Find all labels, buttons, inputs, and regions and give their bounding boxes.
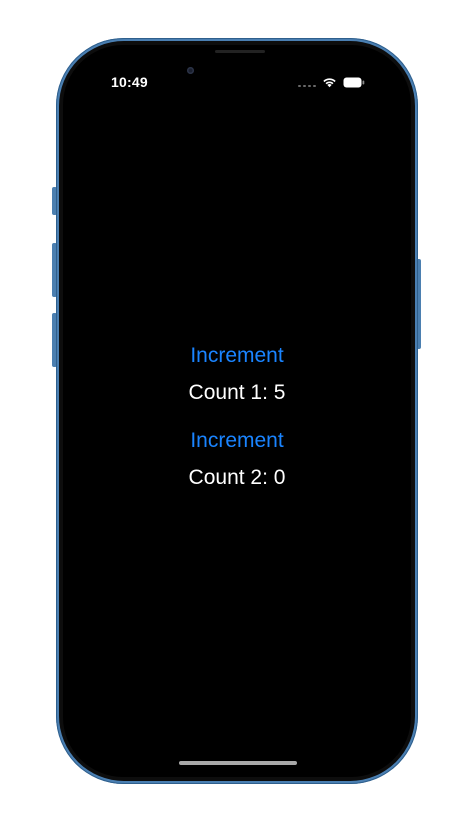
front-camera [187, 67, 194, 74]
home-indicator[interactable] [179, 761, 297, 765]
phone-frame: 10:49 Increment Count 1: 5 Increment Cou… [56, 38, 418, 784]
battery-icon [343, 77, 365, 87]
counter-content: Increment Count 1: 5 Increment Count 2: … [63, 343, 411, 491]
phone-screen: 10:49 Increment Count 1: 5 Increment Cou… [63, 45, 411, 777]
device-stage: 10:49 Increment Count 1: 5 Increment Cou… [0, 0, 474, 821]
phone-bezel: 10:49 Increment Count 1: 5 Increment Cou… [59, 41, 415, 781]
status-icons [298, 75, 365, 89]
count-label-1: Count 1: 5 [188, 381, 286, 404]
count-label-2: Count 2: 0 [188, 466, 286, 489]
wifi-icon [323, 78, 336, 88]
earpiece-speaker [215, 50, 265, 53]
cellular-signal-icon [298, 77, 316, 87]
counter-group-2: Increment Count 2: 0 [189, 428, 286, 491]
status-time: 10:49 [111, 74, 148, 90]
counter-group-1: Increment Count 1: 5 [189, 343, 286, 406]
increment-button-2[interactable]: Increment [190, 428, 283, 454]
increment-button-1[interactable]: Increment [190, 343, 283, 369]
